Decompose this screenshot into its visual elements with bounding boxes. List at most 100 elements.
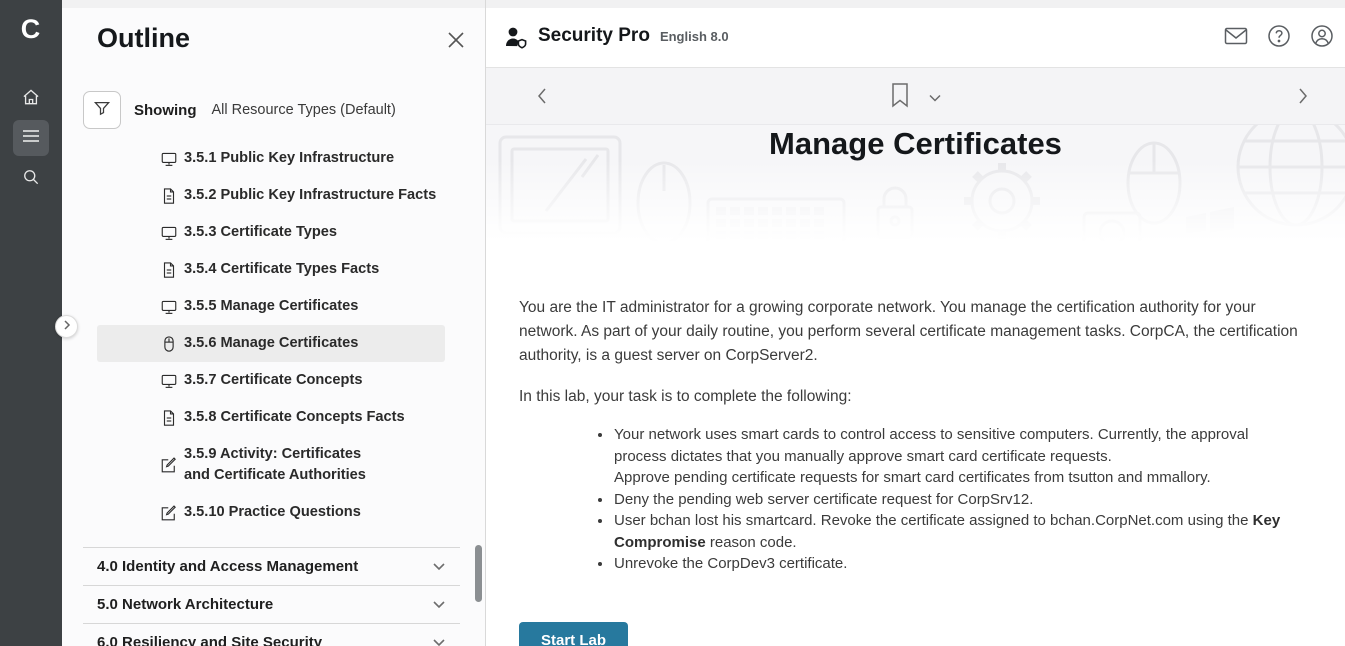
filter-button[interactable] bbox=[83, 91, 121, 129]
outline-item-3.5.10[interactable]: 3.5.10 Practice Questions bbox=[62, 494, 486, 531]
outline-item-3.5.7[interactable]: 3.5.7 Certificate Concepts bbox=[62, 362, 486, 399]
outline-list: 3.5.1 Public Key Infrastructure 3.5.2 Pu… bbox=[62, 140, 486, 531]
help-button[interactable] bbox=[1266, 26, 1291, 51]
outline-section-4.0[interactable]: 4.0 Identity and Access Management bbox=[83, 547, 460, 585]
outline-scrollbar-thumb[interactable] bbox=[475, 545, 482, 602]
search-icon bbox=[21, 167, 41, 192]
document-icon bbox=[160, 409, 178, 427]
outline-item-3.5.3[interactable]: 3.5.3 Certificate Types bbox=[62, 214, 486, 251]
scenario-paragraph: You are the IT administrator for a growi… bbox=[519, 296, 1301, 368]
task-text: User bchan lost his smartcard. Revoke th… bbox=[614, 512, 1253, 529]
task-list: Your network uses smart cards to control… bbox=[519, 424, 1301, 575]
task-text: reason code. bbox=[706, 534, 797, 551]
section-label: 4.0 Identity and Access Management bbox=[97, 558, 358, 575]
task-item: Your network uses smart cards to control… bbox=[613, 424, 1301, 489]
bookmark-group bbox=[890, 82, 942, 108]
security-pro-logo-icon bbox=[503, 25, 529, 51]
filter-showing-label: Showing bbox=[134, 102, 197, 119]
outline-sections: 4.0 Identity and Access Management 5.0 N… bbox=[62, 547, 486, 646]
header-icons bbox=[1223, 8, 1334, 68]
task-item: User bchan lost his smartcard. Revoke th… bbox=[613, 510, 1301, 553]
left-rail: C bbox=[0, 0, 62, 646]
chevron-down-icon bbox=[432, 634, 446, 646]
filter-row: Showing All Resource Types (Default) bbox=[83, 91, 396, 129]
product-logo[interactable]: C bbox=[0, 14, 62, 45]
lab-description: You are the IT administrator for a growi… bbox=[486, 243, 1345, 646]
panel-top-strip bbox=[62, 0, 485, 8]
chevron-down-icon bbox=[432, 558, 446, 576]
document-icon bbox=[160, 261, 178, 279]
outline-item-label: 3.5.7 Certificate Concepts bbox=[160, 370, 362, 391]
outline-section-5.0[interactable]: 5.0 Network Architecture bbox=[83, 585, 460, 623]
outline-item-label: 3.5.2 Public Key Infrastructure Facts bbox=[160, 185, 436, 206]
outline-panel: Outline Showing All Resource Types (Defa… bbox=[62, 0, 486, 646]
outline-item-label: 3.5.1 Public Key Infrastructure bbox=[160, 148, 394, 169]
outline-item-label: 3.5.8 Certificate Concepts Facts bbox=[160, 407, 405, 428]
monitor-icon bbox=[160, 224, 178, 242]
task-text: Approve pending certificate requests for… bbox=[614, 469, 1211, 486]
main-top-strip bbox=[486, 0, 1345, 8]
task-item: Unrevoke the CorpDev3 certificate. bbox=[613, 553, 1301, 575]
outline-title: Outline bbox=[97, 23, 190, 54]
next-lesson-button[interactable] bbox=[1291, 85, 1313, 107]
bookmark-icon[interactable] bbox=[890, 82, 912, 108]
lesson-nav-bar bbox=[486, 68, 1345, 125]
home-button[interactable] bbox=[13, 81, 49, 117]
main-content: Security Pro English 8.0 bbox=[486, 0, 1345, 646]
outline-item-3.5.8[interactable]: 3.5.8 Certificate Concepts Facts bbox=[62, 399, 486, 436]
account-button[interactable] bbox=[1309, 26, 1334, 51]
section-label: 6.0 Resiliency and Site Security bbox=[97, 634, 322, 646]
outline-item-label: 3.5.9 Activity: Certificates and Certifi… bbox=[160, 444, 370, 486]
mail-icon bbox=[1224, 27, 1248, 50]
task-item: Deny the pending web server certificate … bbox=[613, 489, 1301, 511]
panel-collapse-handle[interactable] bbox=[55, 315, 78, 338]
document-icon bbox=[160, 187, 178, 205]
section-label: 5.0 Network Architecture bbox=[97, 596, 273, 613]
chevron-down-icon bbox=[432, 596, 446, 614]
home-icon bbox=[21, 87, 41, 112]
outline-item-3.5.6-selected[interactable]: 3.5.6 Manage Certificates bbox=[97, 325, 445, 362]
monitor-icon bbox=[160, 298, 178, 316]
bookmark-menu-chevron-icon[interactable] bbox=[928, 90, 942, 104]
filter-funnel-icon bbox=[92, 98, 112, 123]
monitor-icon bbox=[160, 150, 178, 168]
monitor-icon bbox=[160, 372, 178, 390]
lab-mouse-icon bbox=[160, 335, 178, 353]
outline-item-3.5.2[interactable]: 3.5.2 Public Key Infrastructure Facts bbox=[62, 177, 486, 214]
search-button[interactable] bbox=[13, 161, 49, 197]
content-header: Security Pro English 8.0 bbox=[486, 8, 1345, 68]
edit-icon bbox=[160, 456, 178, 474]
task-heading: In this lab, your task is to complete th… bbox=[519, 385, 1301, 409]
title-banner: Manage Certificates bbox=[486, 125, 1345, 243]
close-outline-button[interactable] bbox=[445, 29, 469, 53]
page-title: Manage Certificates bbox=[486, 126, 1345, 162]
app-window: C Outline Showing All Resource Types (De… bbox=[0, 0, 1345, 646]
outline-item-3.5.1[interactable]: 3.5.1 Public Key Infrastructure bbox=[62, 140, 486, 177]
outline-section-6.0[interactable]: 6.0 Resiliency and Site Security bbox=[83, 623, 460, 646]
task-text: Your network uses smart cards to control… bbox=[614, 426, 1248, 465]
help-icon bbox=[1267, 24, 1291, 53]
outline-item-label: 3.5.10 Practice Questions bbox=[160, 502, 361, 523]
brand: Security Pro English 8.0 bbox=[503, 25, 729, 51]
close-icon bbox=[445, 38, 467, 55]
outline-item-3.5.5[interactable]: 3.5.5 Manage Certificates bbox=[62, 288, 486, 325]
filter-value: All Resource Types (Default) bbox=[212, 102, 396, 118]
profile-icon bbox=[1310, 24, 1334, 53]
outline-menu-button[interactable] bbox=[13, 120, 49, 156]
task-text: Deny the pending web server certificate … bbox=[614, 491, 1033, 508]
outline-item-3.5.4[interactable]: 3.5.4 Certificate Types Facts bbox=[62, 251, 486, 288]
outline-item-3.5.9[interactable]: 3.5.9 Activity: Certificates and Certifi… bbox=[62, 436, 486, 494]
messages-button[interactable] bbox=[1223, 26, 1248, 51]
outline-item-label: 3.5.6 Manage Certificates bbox=[160, 333, 358, 354]
product-title: Security Pro bbox=[538, 25, 650, 47]
previous-lesson-button[interactable] bbox=[532, 85, 554, 107]
edit-icon bbox=[160, 504, 178, 522]
chevron-right-icon bbox=[63, 318, 71, 336]
outline-item-label: 3.5.4 Certificate Types Facts bbox=[160, 259, 379, 280]
product-edition: English 8.0 bbox=[660, 29, 729, 44]
hamburger-icon bbox=[22, 129, 40, 148]
start-lab-button[interactable]: Start Lab bbox=[519, 622, 628, 646]
outline-item-label: 3.5.3 Certificate Types bbox=[160, 222, 337, 243]
task-text: Unrevoke the CorpDev3 certificate. bbox=[614, 555, 847, 572]
outline-item-label: 3.5.5 Manage Certificates bbox=[160, 296, 358, 317]
